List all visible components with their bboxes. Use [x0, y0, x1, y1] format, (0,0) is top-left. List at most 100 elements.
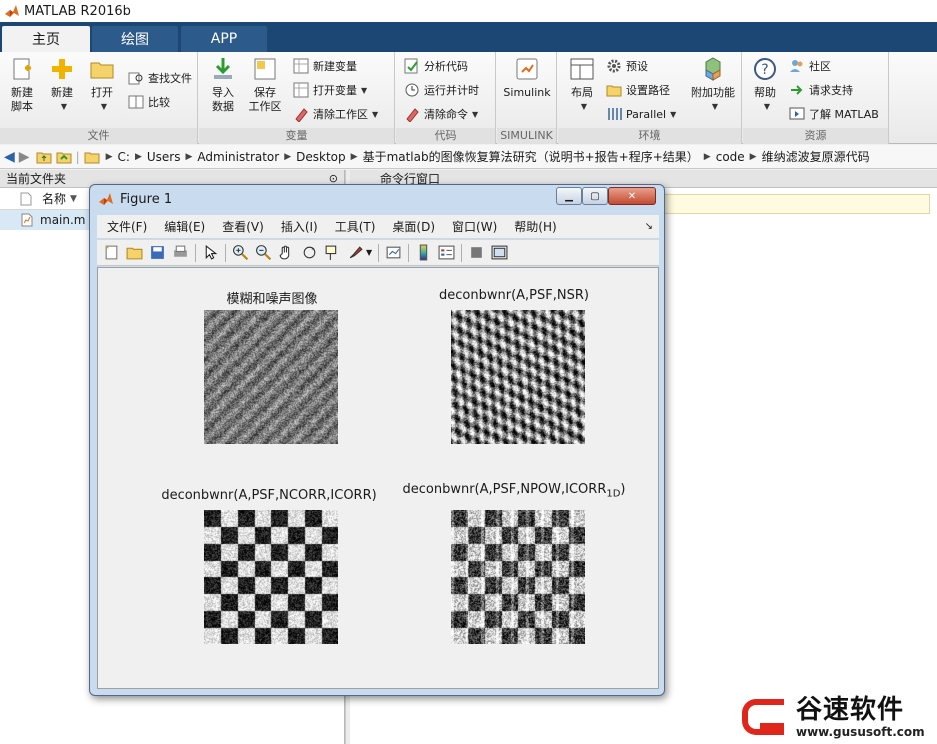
- resources-section-caption: 资源: [743, 128, 888, 144]
- ribbon-section-resources: ? 帮助 ▼ 社区 请求支持 了解 MATLAB 资源: [743, 52, 889, 144]
- rotate-3d-icon[interactable]: [301, 244, 318, 261]
- gusu-logo-icon: [742, 699, 784, 735]
- simulink-section-caption: SIMULINK: [497, 128, 556, 144]
- zoom-in-icon[interactable]: [232, 244, 249, 261]
- path-segment[interactable]: C:: [118, 150, 130, 164]
- colorbar-icon[interactable]: [415, 244, 432, 261]
- new-variable-button[interactable]: 新建变量: [293, 56, 357, 76]
- learn-matlab-button[interactable]: 了解 MATLAB: [789, 104, 879, 124]
- ribbon-tabs: 主页 绘图 APP: [0, 22, 937, 52]
- figure-canvas: 模糊和噪声图像 deconbwnr(A,PSF,NSR) deconbwnr(A…: [97, 267, 659, 689]
- root-folder-icon[interactable]: [84, 149, 100, 165]
- request-support-button[interactable]: 请求支持: [789, 80, 853, 100]
- app-title: MATLAB R2016b: [24, 3, 131, 19]
- ribbon-section-variable: 导入 数据 保存 工作区 新建变量 打开变量 ▼ 清除工作区 ▼ 变量: [199, 52, 395, 144]
- menu-desktop[interactable]: 桌面(D): [392, 218, 435, 235]
- menu-window[interactable]: 窗口(W): [452, 218, 497, 235]
- save-workspace-button[interactable]: 保存 工作区: [245, 56, 285, 114]
- path-segment[interactable]: code: [716, 150, 745, 164]
- forward-arrow-icon[interactable]: ▶: [19, 149, 30, 165]
- link-plot-icon[interactable]: [385, 244, 402, 261]
- path-segment[interactable]: Administrator: [197, 150, 279, 164]
- chevron-down-icon: ▼: [100, 102, 108, 111]
- ribbon-section-simulink: Simulink SIMULINK: [497, 52, 557, 144]
- simulink-button[interactable]: Simulink: [501, 56, 553, 100]
- parallel-button[interactable]: Parallel ▼: [606, 104, 676, 124]
- close-button[interactable]: ✕: [608, 187, 656, 205]
- compare-icon: [128, 95, 144, 109]
- brush-icon[interactable]: [347, 244, 364, 261]
- open-variable-button[interactable]: 打开变量 ▼: [293, 80, 367, 100]
- new-button[interactable]: 新建 ▼: [42, 56, 82, 114]
- add-ons-button[interactable]: 附加功能 ▼: [688, 56, 738, 114]
- subplot-title: deconbwnr(A,PSF,NSR): [439, 288, 589, 303]
- find-files-icon: [128, 72, 143, 85]
- address-bar: ◀ ▶ | ▶ C: ▶ Users ▶ Administrator ▶ Des…: [0, 145, 937, 169]
- path-separator-icon: ▶: [284, 151, 292, 162]
- analyze-code-button[interactable]: 分析代码: [404, 56, 468, 76]
- layout-icon: [570, 58, 594, 80]
- select-arrow-icon[interactable]: [202, 244, 219, 261]
- chevron-down-icon: ▼: [472, 109, 479, 119]
- open-file-icon[interactable]: [126, 244, 143, 261]
- up-folder-icon[interactable]: [36, 149, 52, 165]
- clear-commands-icon: [406, 108, 419, 122]
- figure-toolbar: ▼: [97, 240, 659, 266]
- watermark: 谷速软件 www.gususoft.com: [738, 690, 937, 744]
- preferences-button[interactable]: 预设: [606, 56, 648, 76]
- tab-apps[interactable]: APP: [181, 26, 267, 52]
- community-icon: [790, 60, 803, 72]
- dock-arrow-icon[interactable]: ↘: [645, 221, 653, 232]
- layout-button[interactable]: 布局 ▼: [562, 56, 602, 114]
- save-icon[interactable]: [149, 244, 166, 261]
- chevron-down-icon[interactable]: ▼: [366, 248, 372, 257]
- pan-hand-icon[interactable]: [278, 244, 295, 261]
- tab-home[interactable]: 主页: [2, 26, 90, 52]
- compare-button[interactable]: 比较: [128, 92, 170, 112]
- watermark-name: 谷速软件: [796, 695, 905, 725]
- menu-tools[interactable]: 工具(T): [335, 218, 376, 235]
- tab-plots[interactable]: 绘图: [92, 26, 178, 52]
- menu-insert[interactable]: 插入(I): [281, 218, 318, 235]
- set-path-button[interactable]: 设置路径: [606, 80, 670, 100]
- community-button[interactable]: 社区: [789, 56, 831, 76]
- browse-folder-icon[interactable]: [56, 149, 72, 165]
- new-script-icon: [13, 58, 31, 80]
- minimize-button[interactable]: ▁: [556, 187, 582, 205]
- environment-section-caption: 环境: [558, 128, 741, 144]
- menu-file[interactable]: 文件(F): [107, 218, 147, 235]
- hide-plot-tools-icon[interactable]: [468, 244, 485, 261]
- help-button[interactable]: ? 帮助 ▼: [745, 56, 785, 114]
- show-plot-tools-icon[interactable]: [491, 244, 508, 261]
- back-arrow-icon[interactable]: ◀: [4, 149, 15, 165]
- menu-edit[interactable]: 编辑(E): [164, 218, 205, 235]
- path-segment[interactable]: 维纳滤波复原源代码: [762, 148, 870, 165]
- maximize-button[interactable]: ▢: [582, 187, 608, 205]
- run-and-time-button[interactable]: 运行并计时: [404, 80, 479, 100]
- menu-help[interactable]: 帮助(H): [514, 218, 556, 235]
- path-separator-icon: ▶: [350, 151, 358, 162]
- clear-commands-button[interactable]: 清除命令 ▼: [404, 104, 478, 124]
- folder-icon: [90, 62, 114, 79]
- figure-title: Figure 1: [120, 191, 173, 207]
- analyze-code-icon: [404, 58, 418, 74]
- legend-icon[interactable]: [438, 244, 455, 261]
- chevron-down-icon: ▼: [670, 109, 677, 119]
- help-icon: ?: [754, 58, 776, 80]
- new-script-button[interactable]: 新建 脚本: [2, 56, 42, 114]
- path-segment[interactable]: Users: [147, 150, 181, 164]
- print-icon[interactable]: [172, 244, 189, 261]
- path-segment[interactable]: Desktop: [296, 150, 346, 164]
- path-segment[interactable]: 基于matlab的图像恢复算法研究（说明书+报告+程序+结果）: [363, 148, 699, 165]
- path-separator-icon: ▶: [185, 151, 193, 162]
- data-cursor-icon[interactable]: [324, 244, 341, 261]
- menu-view[interactable]: 查看(V): [222, 218, 264, 235]
- zoom-out-icon[interactable]: [255, 244, 272, 261]
- blurred-noisy-image: [204, 310, 338, 444]
- clear-workspace-button[interactable]: 清除工作区 ▼: [293, 104, 378, 124]
- import-data-button[interactable]: 导入 数据: [203, 56, 243, 114]
- new-figure-icon[interactable]: [103, 244, 120, 261]
- find-files-button[interactable]: 查找文件: [128, 68, 192, 88]
- open-button[interactable]: 打开 ▼: [82, 56, 122, 114]
- learn-icon: [789, 107, 805, 120]
